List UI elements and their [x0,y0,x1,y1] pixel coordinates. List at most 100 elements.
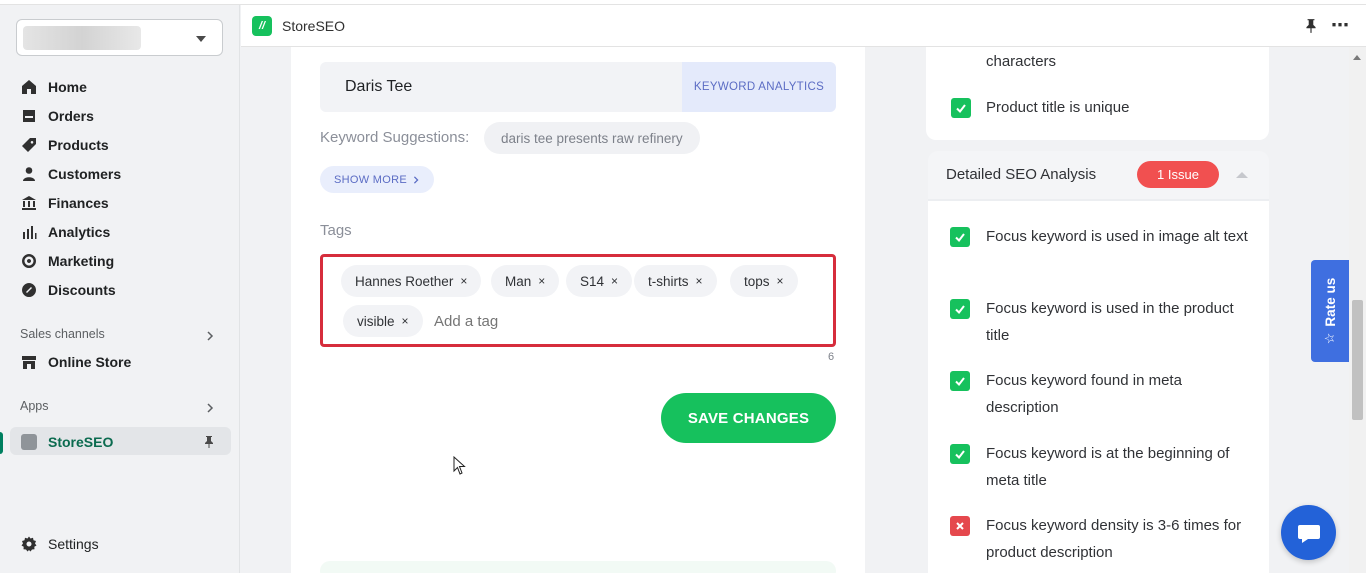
nav-label: Discounts [48,282,116,298]
tags-label: Tags [320,222,352,239]
storeseo-logo-icon: // [252,16,272,36]
keyword-suggestion-chip[interactable]: daris tee presents raw refinery [484,122,700,154]
nav-label: Home [48,79,87,95]
nav-label: StoreSEO [48,434,114,450]
keyword-suggestions-label: Keyword Suggestions: [320,129,470,146]
focus-keyword-field[interactable]: Daris Tee [320,62,682,112]
chat-button[interactable] [1281,505,1336,560]
pin-icon[interactable] [204,435,214,449]
page-scrollbar[interactable] [1349,47,1366,573]
tag-label: visible [357,313,395,329]
pin-icon[interactable] [1305,18,1319,34]
show-more-button[interactable]: SHOW MORE [320,166,434,193]
storeseo-nav-label[interactable]: StoreSEO [20,430,113,454]
scroll-up-arrow-icon[interactable] [1353,55,1361,60]
nav-label: Analytics [48,224,111,240]
tag-icon [20,136,38,154]
issue-badge: 1 Issue [1137,161,1219,188]
tag-chip: tops × [730,265,798,297]
tag-chip: visible × [343,305,423,337]
nav-item-customers[interactable]: Customers [20,162,121,186]
store-icon [20,353,38,371]
tag-label: Man [505,273,532,289]
nav-item-discounts[interactable]: Discounts [20,278,116,302]
seo-check-text: Focus keyword density is 3-6 times for p… [986,517,1242,561]
nav-label: Finances [48,195,109,211]
tag-chip: S14 × [566,265,633,297]
tag-label: tops [744,273,770,289]
app-title: StoreSEO [282,18,346,34]
tag-count: 6 [828,351,835,363]
keyword-analytics-button[interactable]: KEYWORD ANALYTICS [682,62,836,112]
seo-check-text: Focus keyword found in meta description [986,372,1182,416]
rate-us-button[interactable]: ☆ Rate us [1311,260,1349,362]
bar-chart-icon [20,223,38,241]
remove-tag-icon[interactable]: × [696,274,703,288]
nav-item-marketing[interactable]: Marketing [20,249,114,273]
nav-item-settings[interactable]: Settings [20,532,99,556]
more-options-icon[interactable]: ⋯ [1331,15,1350,36]
remove-tag-icon[interactable]: × [777,274,784,288]
sidebar: Home Orders Products Customers Finances … [0,5,240,573]
nav-item-orders[interactable]: Orders [20,104,94,128]
seo-check-text: Focus keyword is used in the product tit… [986,300,1234,344]
chevron-down-icon [196,36,206,42]
chevron-right-icon [412,175,420,184]
apps-heading: Apps [20,399,49,413]
nav-item-finances[interactable]: Finances [20,191,109,215]
detailed-seo-list: Focus keyword is used in image alt text … [928,199,1269,573]
seo-check-text: Focus keyword is at the beginning of met… [986,445,1230,489]
store-selector[interactable] [16,19,223,56]
chevron-up-icon[interactable] [1236,172,1248,178]
storeseo-app-icon [20,433,38,451]
tag-label: t-shirts [648,273,689,289]
check-pass-icon [950,371,970,391]
detailed-seo-title: Detailed SEO Analysis [946,166,1097,183]
nav-label: Settings [48,536,99,552]
check-pass-icon [951,98,971,118]
tag-chip: Hannes Roether × [341,265,482,297]
chevron-right-icon[interactable] [205,328,215,341]
nav-item-online-store[interactable]: Online Store [20,350,131,374]
save-changes-button[interactable]: SAVE CHANGES [661,393,836,443]
nav-label: Orders [48,108,94,124]
seo-check-text: Focus keyword is used in image alt text [986,228,1248,245]
show-more-label: SHOW MORE [334,173,407,186]
orders-icon [20,107,38,125]
app-header: // StoreSEO ⋯ [241,5,1366,47]
tag-chip: Man × [491,265,560,297]
seo-check-text: Product title is unique [986,99,1130,116]
person-icon [20,165,38,183]
tag-chip: t-shirts × [634,265,717,297]
detailed-seo-header[interactable]: Detailed SEO Analysis 1 Issue [928,151,1269,199]
remove-tag-icon[interactable]: × [538,274,545,288]
scrollbar-thumb[interactable] [1352,300,1363,420]
chevron-right-icon[interactable] [205,400,215,413]
nav-item-products[interactable]: Products [20,133,109,157]
check-pass-icon [950,444,970,464]
mouse-cursor-icon [453,455,467,476]
nav-item-home[interactable]: Home [20,75,87,99]
remove-tag-icon[interactable]: × [402,314,409,328]
nav-item-analytics[interactable]: Analytics [20,220,110,244]
target-icon [20,252,38,270]
nav-label: Products [48,137,109,153]
sales-channels-heading: Sales channels [20,327,105,341]
basic-seo-analysis-card: characters Product title is unique [926,47,1269,140]
check-pass-icon [950,299,970,319]
check-fail-icon [950,516,970,536]
seo-check-text: characters [986,53,1057,70]
sparkle-star-icon: ☆ [1322,332,1337,345]
tags-input-box[interactable]: Hannes Roether × Man × S14 × t-shirts × … [320,254,836,347]
product-seo-form: Daris Tee KEYWORD ANALYTICS Keyword Sugg… [291,47,865,573]
tag-label: S14 [580,273,605,289]
home-icon [20,78,38,96]
gear-icon [20,535,38,553]
remove-tag-icon[interactable]: × [460,274,467,288]
next-section-card [320,561,836,573]
bank-icon [20,194,38,212]
add-tag-input[interactable] [434,313,634,330]
remove-tag-icon[interactable]: × [611,274,618,288]
discount-icon [20,281,38,299]
nav-label: Online Store [48,354,132,370]
